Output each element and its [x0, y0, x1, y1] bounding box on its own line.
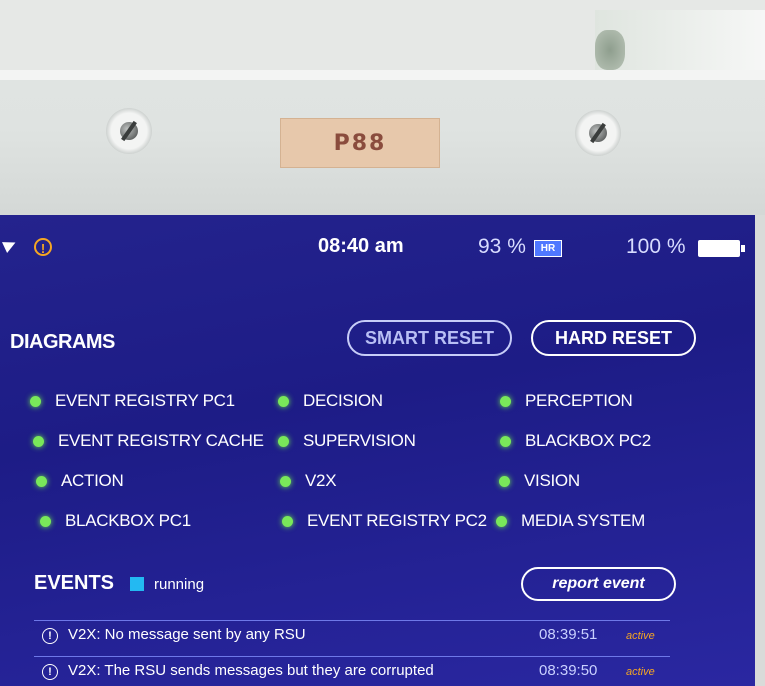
- diagram-item-label: EVENT REGISTRY PC2: [307, 511, 487, 530]
- bezel-rail: [0, 70, 765, 80]
- diagram-item[interactable]: EVENT REGISTRY CACHE: [33, 429, 264, 453]
- status-dot-icon: [496, 515, 507, 527]
- diagram-item-label: VISION: [524, 471, 580, 490]
- smart-reset-button[interactable]: SMART RESET: [347, 320, 512, 356]
- diagram-item-label: DECISION: [303, 391, 383, 410]
- screen-edge: [755, 215, 765, 686]
- diagram-item-label: V2X: [305, 471, 337, 490]
- diagram-item[interactable]: SUPERVISION: [278, 429, 416, 453]
- status-dot-icon: [36, 475, 47, 487]
- event-row[interactable]: ! V2X: The RSU sends messages but they a…: [34, 656, 670, 686]
- events-title: EVENTS: [34, 572, 115, 594]
- diagram-item[interactable]: BLACKBOX PC1: [40, 509, 191, 533]
- hr-badge: HR: [534, 240, 562, 257]
- back-arrow-icon[interactable]: [2, 237, 18, 253]
- device-bezel: P88: [0, 0, 765, 215]
- clock: 08:40 am: [318, 235, 404, 257]
- hr-percent: 93 %: [478, 235, 526, 258]
- diagram-item[interactable]: EVENT REGISTRY PC1: [30, 389, 235, 413]
- event-time: 08:39:50: [539, 662, 598, 679]
- status-dot-icon: [499, 475, 510, 487]
- diagram-item[interactable]: PERCEPTION: [500, 389, 633, 413]
- status-dot-icon: [282, 515, 293, 527]
- diagram-item-label: BLACKBOX PC1: [65, 511, 191, 530]
- status-dot-icon: [280, 475, 291, 487]
- diagram-item-label: PERCEPTION: [525, 391, 633, 410]
- hard-reset-button[interactable]: HARD RESET: [531, 320, 696, 356]
- battery-icon: [698, 240, 745, 257]
- battery-percent: 100 %: [626, 235, 686, 258]
- screw-left-icon: [106, 108, 152, 154]
- status-dot-icon: [278, 395, 289, 407]
- event-time: 08:39:51: [539, 626, 598, 643]
- diagram-item[interactable]: ACTION: [36, 469, 124, 493]
- report-event-button[interactable]: report event: [521, 567, 676, 601]
- screw-right-icon: [575, 110, 621, 156]
- event-state: active: [626, 630, 655, 642]
- diagram-item-label: ACTION: [61, 471, 124, 490]
- diagram-item[interactable]: BLACKBOX PC2: [500, 429, 651, 453]
- diagram-item[interactable]: V2X: [280, 469, 337, 493]
- status-dot-icon: [40, 515, 51, 527]
- diagram-item[interactable]: MEDIA SYSTEM: [496, 509, 645, 533]
- warning-circle-icon[interactable]: !: [34, 238, 52, 256]
- device-label: P88: [280, 118, 440, 168]
- warning-circle-icon: !: [42, 664, 58, 680]
- status-dot-icon: [278, 435, 289, 447]
- diagram-item-label: EVENT REGISTRY CACHE: [58, 431, 264, 450]
- event-message: V2X: The RSU sends messages but they are…: [68, 662, 434, 679]
- diagram-item-label: BLACKBOX PC2: [525, 431, 651, 450]
- event-message: V2X: No message sent by any RSU: [68, 626, 306, 643]
- status-dot-icon: [500, 435, 511, 447]
- diagram-item[interactable]: VISION: [499, 469, 580, 493]
- screen: ! 08:40 am 93 % HR 100 % DIAGRAMS SMART …: [0, 215, 755, 686]
- status-bar: ! 08:40 am 93 % HR 100 %: [0, 233, 755, 263]
- warning-circle-icon: !: [42, 628, 58, 644]
- running-label: running: [154, 576, 205, 593]
- diagrams-title: DIAGRAMS: [10, 331, 115, 353]
- running-indicator-icon: [130, 577, 144, 591]
- diagram-item[interactable]: EVENT REGISTRY PC2: [282, 509, 487, 533]
- status-dot-icon: [30, 395, 41, 407]
- diagram-item[interactable]: DECISION: [278, 389, 383, 413]
- event-state: active: [626, 666, 655, 678]
- diagram-item-label: SUPERVISION: [303, 431, 416, 450]
- background-window: [595, 10, 765, 70]
- status-dot-icon: [500, 395, 511, 407]
- diagram-item-label: MEDIA SYSTEM: [521, 511, 645, 530]
- foliage: [595, 30, 625, 70]
- event-row[interactable]: ! V2X: No message sent by any RSU 08:39:…: [34, 620, 670, 651]
- diagram-item-label: EVENT REGISTRY PC1: [55, 391, 235, 410]
- status-dot-icon: [33, 435, 44, 447]
